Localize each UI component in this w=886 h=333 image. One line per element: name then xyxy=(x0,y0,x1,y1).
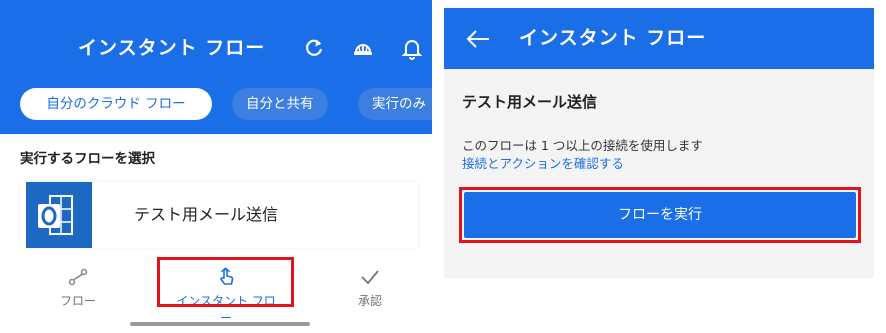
app-header: インスタント フロー 自分のクラウド フロー 自分と共有 実行のみ xyxy=(0,0,432,134)
run-flow-panel: テスト用メール送信 このフローは 1 つ以上の接続を使用します 接続とアクション… xyxy=(444,69,874,278)
tab-run-only[interactable]: 実行のみ xyxy=(358,88,432,120)
tab-approvals[interactable]: 承認 xyxy=(320,266,420,309)
page-title: インスタント フロー xyxy=(78,37,266,59)
connection-info: このフローは 1 つ以上の接続を使用します xyxy=(462,138,703,153)
check-icon xyxy=(359,266,381,288)
outlook-icon xyxy=(26,182,92,248)
tab-label: フロー xyxy=(59,294,96,308)
refresh-icon[interactable] xyxy=(302,36,326,60)
hard-hat-icon[interactable] xyxy=(351,36,375,60)
flow-list-item[interactable]: テスト用メール送信 xyxy=(20,182,418,248)
highlight-box xyxy=(157,257,294,307)
back-arrow-icon[interactable] xyxy=(464,25,492,53)
flow-name: テスト用メール送信 xyxy=(462,93,598,111)
instant-flows-screen: インスタント フロー 自分のクラウド フロー 自分と共有 実行のみ 実行するフロ… xyxy=(0,0,432,333)
page-title: インスタント フロー xyxy=(519,27,707,49)
home-indicator xyxy=(130,322,310,326)
tab-my-cloud-flows[interactable]: 自分のクラウド フロー xyxy=(20,88,212,120)
bell-icon[interactable] xyxy=(400,36,424,60)
flow-name: テスト用メール送信 xyxy=(134,205,279,224)
app-header: インスタント フロー xyxy=(444,8,874,69)
review-connections-link[interactable]: 接続とアクションを確認する xyxy=(462,153,624,172)
tab-flows[interactable]: フロー xyxy=(28,266,128,309)
flow-icon xyxy=(67,266,89,288)
section-label: 実行するフローを選択 xyxy=(20,151,155,167)
tab-label: 承認 xyxy=(357,294,382,308)
tab-shared-with-me[interactable]: 自分と共有 xyxy=(232,88,328,120)
run-flow-screen: インスタント フロー テスト用メール送信 このフローは 1 つ以上の接続を使用し… xyxy=(444,8,886,278)
run-flow-button[interactable]: フローを実行 xyxy=(464,192,856,238)
